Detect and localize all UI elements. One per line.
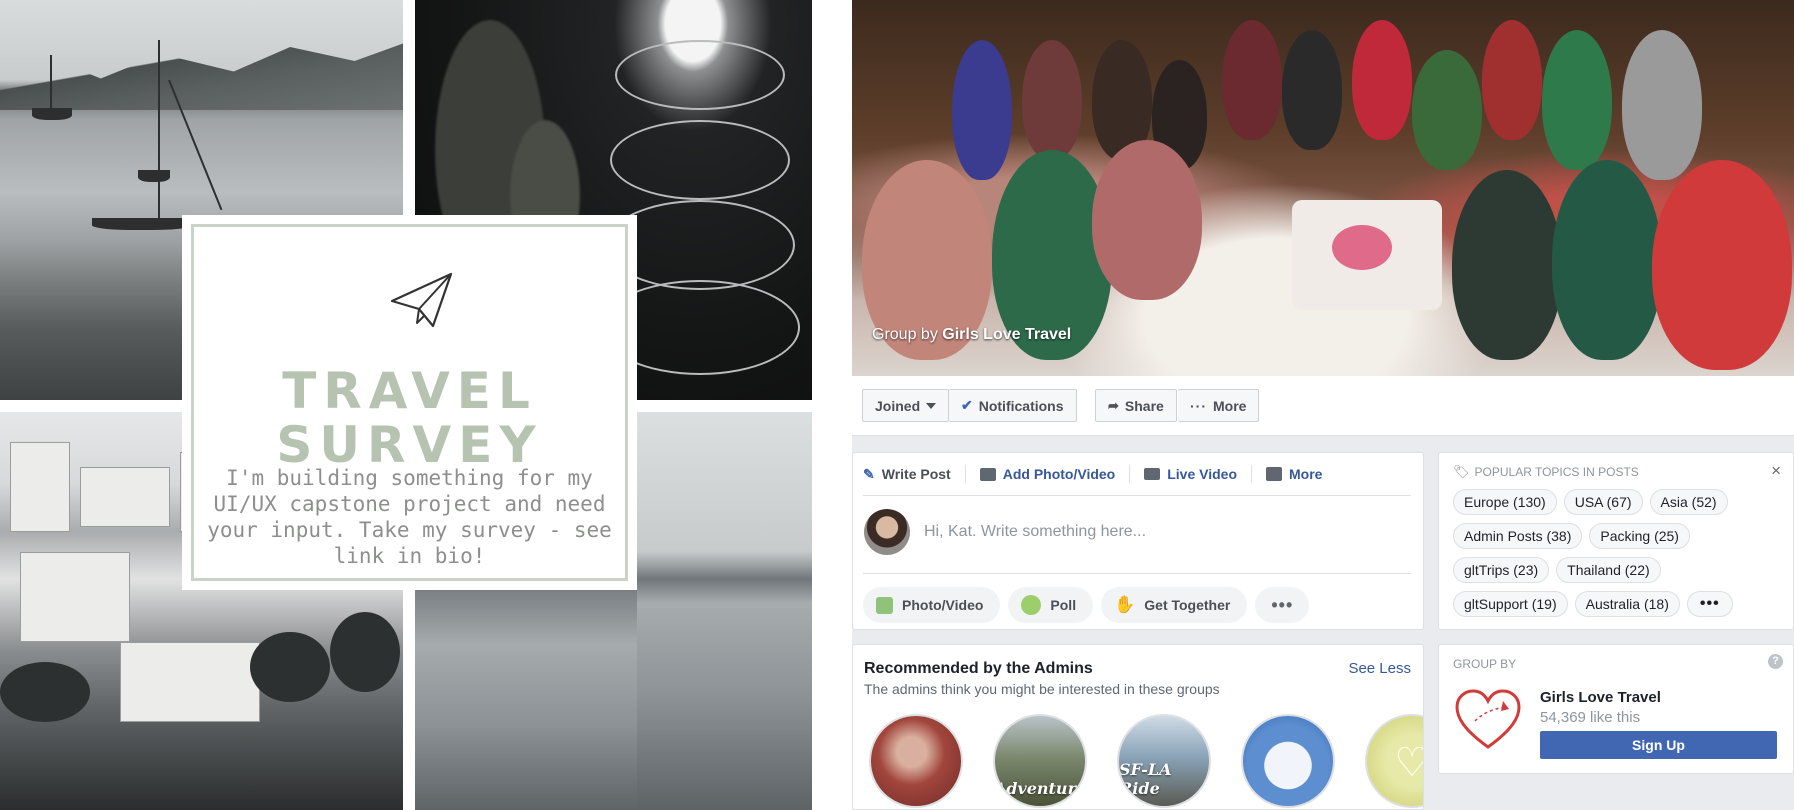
- grid-icon: [1266, 467, 1283, 481]
- notifications-button[interactable]: ✔ Notifications: [949, 389, 1077, 422]
- sign-up-button[interactable]: Sign Up: [1540, 731, 1777, 759]
- recommended-group-2[interactable]: Adventure: [993, 714, 1087, 808]
- recommended-group-1[interactable]: [869, 714, 963, 808]
- calm-water-photo: [415, 590, 637, 810]
- cover-photo: Group by Girls Love Travel: [852, 0, 1794, 376]
- heart-airplane-logo-icon[interactable]: [1453, 687, 1523, 753]
- travel-survey-collage: TRAVEL SURVEY I'm building something for…: [0, 0, 812, 810]
- topics-heading: POPULAR TOPICS IN POSTS: [1474, 465, 1639, 479]
- recommended-group-5[interactable]: ♡: [1365, 714, 1423, 808]
- joined-button[interactable]: Joined: [862, 389, 950, 422]
- card-body-text: I'm building something for my UI/UX caps…: [207, 466, 612, 568]
- topic-tag[interactable]: Europe (130): [1453, 489, 1557, 515]
- topic-tag[interactable]: USA (67): [1563, 489, 1643, 515]
- checkmark-icon: ✔: [961, 397, 973, 413]
- heart-icon: ♡: [1394, 740, 1423, 786]
- composer-actions: Photo/Video Poll ✋ Get Together •••: [863, 587, 1310, 623]
- group-by-heading: GROUP BY: [1453, 657, 1517, 671]
- recommended-title: Recommended by the Admins: [864, 660, 1093, 677]
- camera-icon: [979, 467, 996, 481]
- misty-sea-photo: [637, 412, 812, 810]
- group-name-link[interactable]: Girls Love Travel: [1540, 689, 1661, 706]
- facebook-group-page: Group by Girls Love Travel Joined ✔ Noti…: [852, 0, 1794, 810]
- share-button[interactable]: ➦ Share: [1095, 389, 1177, 422]
- cover-caption: Group by Girls Love Travel: [872, 326, 1072, 343]
- topic-tag[interactable]: Packing (25): [1589, 523, 1690, 549]
- photo-video-button[interactable]: Photo/Video: [863, 587, 1001, 623]
- photo-icon: [876, 596, 893, 614]
- poll-button[interactable]: Poll: [1008, 587, 1094, 623]
- video-camera-icon: [1144, 468, 1161, 480]
- tab-write-post[interactable]: ✎ Write Post: [863, 465, 966, 483]
- pencil-icon: ✎: [863, 465, 875, 482]
- topic-tag[interactable]: Australia (18): [1574, 591, 1680, 617]
- see-less-link[interactable]: See Less: [1348, 660, 1411, 677]
- more-options-button[interactable]: •••: [1255, 587, 1310, 623]
- topic-tags: Europe (130) USA (67) Asia (52) Admin Po…: [1453, 489, 1773, 617]
- tag-icon: 🏷: [1453, 464, 1470, 479]
- get-together-button[interactable]: ✋ Get Together: [1101, 587, 1248, 623]
- avatar[interactable]: [864, 509, 910, 555]
- post-composer: ✎ Write Post Add Photo/Video Live Video …: [852, 452, 1424, 630]
- topic-tag[interactable]: gltTrips (23): [1453, 557, 1550, 583]
- hand-wave-icon: ✋: [1114, 595, 1136, 614]
- ellipsis-icon: •••: [1271, 594, 1294, 615]
- share-arrow-icon: ➦: [1108, 397, 1119, 413]
- group-likes: 54,369 like this: [1540, 709, 1641, 726]
- recommended-group-3[interactable]: SF-LA Ride: [1117, 714, 1211, 808]
- chevron-down-icon: [926, 402, 937, 409]
- paper-plane-icon: [390, 272, 453, 328]
- help-icon[interactable]: ?: [1768, 654, 1783, 669]
- survey-card: TRAVEL SURVEY I'm building something for…: [182, 215, 637, 590]
- tab-more[interactable]: More: [1266, 465, 1336, 483]
- close-icon[interactable]: ×: [1771, 461, 1781, 481]
- poll-icon: [1021, 595, 1042, 615]
- composer-tabs: ✎ Write Post Add Photo/Video Live Video …: [853, 453, 1423, 495]
- cover-group-link[interactable]: Girls Love Travel: [942, 326, 1071, 343]
- popular-topics-panel: 🏷 POPULAR TOPICS IN POSTS × Europe (130)…: [1438, 452, 1794, 630]
- topic-tag[interactable]: Admin Posts (38): [1453, 523, 1583, 549]
- recommended-subtitle: The admins think you might be interested…: [864, 681, 1220, 697]
- more-topics-button[interactable]: •••: [1686, 591, 1733, 617]
- topic-tag[interactable]: Thailand (22): [1556, 557, 1661, 583]
- recommended-groups-panel: Recommended by the Admins The admins thi…: [852, 644, 1424, 810]
- tab-live-video[interactable]: Live Video: [1144, 465, 1253, 483]
- group-by-panel: GROUP BY ? Girls Love Travel 54,369 like…: [1438, 644, 1794, 774]
- group-action-bar: Joined ✔ Notifications ➦ Share ··· More: [852, 376, 1794, 436]
- topic-tag[interactable]: Asia (52): [1649, 489, 1728, 515]
- ellipsis-icon: ···: [1190, 397, 1207, 414]
- card-title-line1: TRAVEL: [282, 362, 537, 420]
- topic-tag[interactable]: gltSupport (19): [1453, 591, 1568, 617]
- post-input[interactable]: Hi, Kat. Write something here...: [924, 523, 1146, 541]
- more-button[interactable]: ··· More: [1178, 389, 1260, 422]
- recommended-group-4[interactable]: [1241, 714, 1335, 808]
- tab-add-photo-video[interactable]: Add Photo/Video: [979, 465, 1131, 483]
